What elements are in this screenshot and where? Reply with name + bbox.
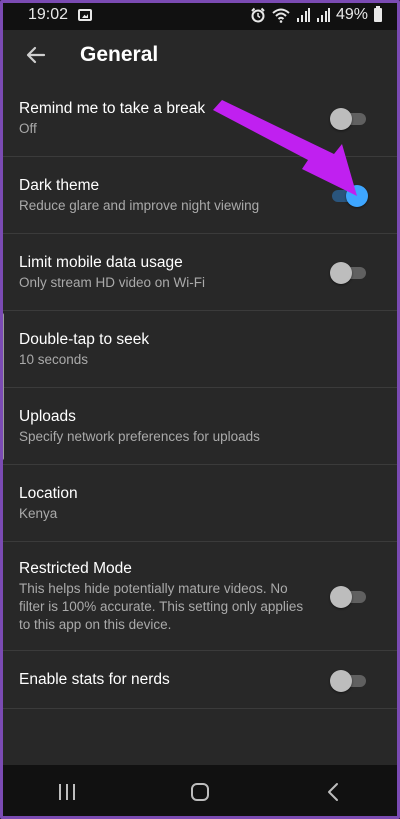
toggle-knob <box>330 262 352 284</box>
setting-double-tap-seek[interactable]: Double-tap to seek 10 seconds <box>0 311 400 388</box>
signal-icon-1 <box>296 8 310 22</box>
setting-title: Limit mobile data usage <box>19 253 183 271</box>
status-right-icons: 49% <box>250 6 382 24</box>
toggle-knob <box>330 586 352 608</box>
toggle-knob <box>330 670 352 692</box>
system-nav-bar <box>0 765 400 819</box>
setting-subtitle: Kenya <box>19 505 58 521</box>
nav-back-icon <box>328 783 339 801</box>
setting-limit-mobile-data[interactable]: Limit mobile data usage Only stream HD v… <box>0 234 400 311</box>
stats-for-nerds-toggle[interactable] <box>330 669 368 692</box>
recent-apps-icon <box>58 784 75 800</box>
setting-subtitle: This helps hide potentially mature video… <box>19 580 304 632</box>
wifi-icon <box>272 8 290 23</box>
setting-location[interactable]: Location Kenya <box>0 465 400 542</box>
annotation-arrow-icon <box>213 100 357 196</box>
status-bar: 19:02 49% <box>0 0 400 30</box>
battery-icon <box>374 6 382 22</box>
limit-mobile-data-toggle[interactable] <box>330 261 368 284</box>
setting-title: Restricted Mode <box>19 559 132 577</box>
home-icon <box>190 783 209 801</box>
setting-restricted-mode[interactable]: Restricted Mode This helps hide potentia… <box>0 542 400 651</box>
arrow-left-icon <box>26 46 46 64</box>
setting-title: Uploads <box>19 407 76 425</box>
home-button[interactable] <box>170 772 230 812</box>
alarm-icon <box>251 7 265 23</box>
back-button[interactable] <box>16 35 56 75</box>
signal-icon-2 <box>316 8 330 22</box>
setting-uploads[interactable]: Uploads Specify network preferences for … <box>0 388 400 465</box>
recent-apps-button[interactable] <box>37 772 97 812</box>
battery-percent: 49% <box>335 6 368 23</box>
page-title: General <box>80 43 159 66</box>
setting-subtitle: Specify network preferences for uploads <box>19 428 260 444</box>
nav-back-button[interactable] <box>303 772 363 812</box>
gallery-notification-icon <box>78 9 93 21</box>
app-bar: General <box>0 30 400 80</box>
setting-title: Enable stats for nerds <box>19 670 170 688</box>
setting-stats-for-nerds[interactable]: Enable stats for nerds <box>0 651 400 709</box>
setting-title: Location <box>19 484 78 502</box>
setting-subtitle: 10 seconds <box>19 351 89 367</box>
setting-title: Double-tap to seek <box>19 330 150 348</box>
setting-subtitle: Only stream HD video on Wi-Fi <box>19 274 206 290</box>
restricted-mode-toggle[interactable] <box>330 585 368 608</box>
edge-panel-handle[interactable] <box>0 313 4 460</box>
status-time: 19:02 <box>28 6 69 23</box>
